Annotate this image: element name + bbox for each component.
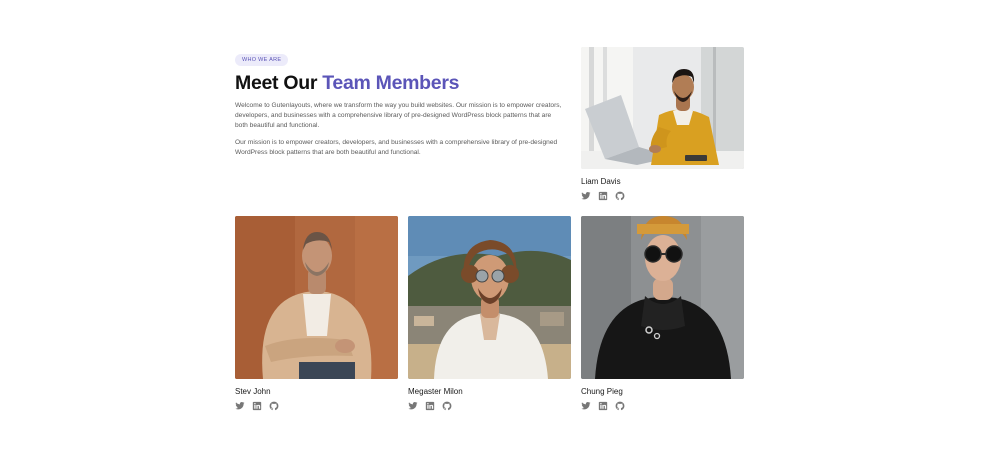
intro-paragraph-2: Our mission is to empower creators, deve… [235,139,558,157]
linkedin-icon[interactable] [598,191,608,201]
team-member-card: Stev John [235,216,398,411]
team-member-card: Megaster Milon [408,216,571,411]
github-icon[interactable] [269,401,279,411]
twitter-icon[interactable] [581,401,591,411]
member-name: Stev John [235,387,271,396]
member-socials [235,401,398,411]
twitter-icon[interactable] [581,191,591,201]
member-photo [235,216,398,379]
member-socials [581,401,744,411]
heading-plain: Meet Our [235,72,323,94]
member-name: Chung Pieg [581,387,623,396]
member-name: Liam Davis [581,177,621,186]
member-photo [581,47,744,169]
linkedin-icon[interactable] [252,401,262,411]
intro-paragraph-1: Welcome to Gutenlayouts, where we transf… [235,102,562,130]
member-socials [581,191,744,201]
linkedin-icon[interactable] [425,401,435,411]
team-section: WHO WE ARE Meet Our Team Members Welcome… [0,0,991,450]
linkedin-icon[interactable] [598,401,608,411]
github-icon[interactable] [442,401,452,411]
member-photo [408,216,571,379]
member-photo [581,216,744,379]
github-icon[interactable] [615,401,625,411]
portrait-photo [581,216,744,379]
twitter-icon[interactable] [235,401,245,411]
portrait-photo [235,216,398,379]
team-member-card: Liam Davis [581,47,744,201]
portrait-laptop-photo [581,47,744,169]
member-socials [408,401,571,411]
section-badge: WHO WE ARE [235,54,289,66]
portrait-photo [408,216,571,379]
member-name: Megaster Milon [408,387,463,396]
section-heading: Meet Our Team Members [235,72,565,94]
heading-accent: Team Members [322,72,460,94]
team-member-card: Chung Pieg [581,216,744,411]
github-icon[interactable] [615,191,625,201]
twitter-icon[interactable] [408,401,418,411]
team-intro: WHO WE ARE Meet Our Team Members Welcome… [235,48,565,159]
